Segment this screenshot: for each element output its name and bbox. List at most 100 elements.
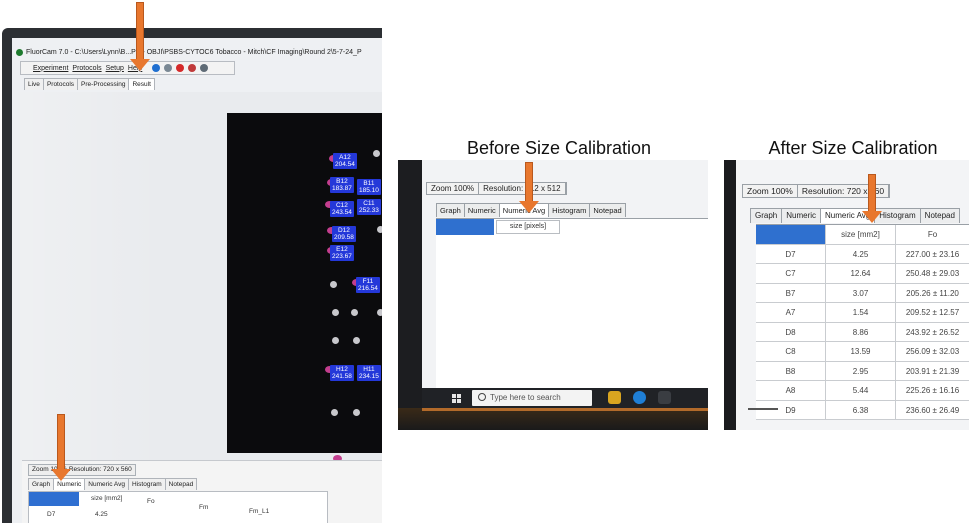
grey-spot bbox=[373, 150, 380, 157]
menu-protocols[interactable]: Protocols bbox=[72, 65, 101, 72]
bottom-tabs: Graph Numeric Numeric Avg Histogram Note… bbox=[750, 208, 960, 223]
spot-label-d12: D12 209.58 bbox=[332, 226, 356, 242]
before-calibration-title: Before Size Calibration bbox=[466, 138, 652, 158]
col-header-fm-l1: Fm_L1 bbox=[249, 508, 270, 515]
record-icon[interactable] bbox=[188, 64, 197, 72]
tab-live[interactable]: Live bbox=[24, 78, 44, 90]
tab-notepad[interactable]: Notepad bbox=[589, 203, 626, 217]
orange-arrow-numeric-avg-tab bbox=[862, 174, 882, 234]
table-row[interactable]: A7 1.54 209.52 ± 12.57 bbox=[756, 303, 969, 323]
camera-icon[interactable] bbox=[152, 64, 161, 72]
grey-spot bbox=[377, 226, 382, 233]
col-header-fm: Fm bbox=[199, 504, 209, 511]
table-row[interactable]: C7 12.64 250.48 ± 29.03 bbox=[756, 264, 969, 284]
zoom-label: Zoom 100% bbox=[427, 183, 480, 194]
spot-label-c12: C12 243.54 bbox=[330, 201, 354, 217]
monitor-edge-highlight bbox=[422, 408, 708, 411]
tab-protocols[interactable]: Protocols bbox=[42, 78, 79, 90]
selected-header-cell bbox=[756, 225, 826, 244]
grey-spot bbox=[377, 309, 382, 316]
spot-label-a12: A12 204.54 bbox=[333, 153, 357, 169]
spot-label-h12: H12 241.58 bbox=[330, 365, 354, 381]
taskbar-icons bbox=[608, 391, 671, 404]
tab-numeric[interactable]: Numeric bbox=[781, 208, 822, 223]
orange-arrow-result-tab bbox=[130, 2, 150, 72]
spot-label-f11: F11 216.54 bbox=[356, 277, 380, 293]
after-calibration-panel: Zoom 100% Resolution: 720 x 560 Graph Nu… bbox=[724, 160, 969, 430]
table-row[interactable]: D9 6.38 236.60 ± 26.49 bbox=[756, 400, 969, 420]
monitor-photo-panel: FluorCam 7.0 - C:\Users\Lynn\B...PE - OB… bbox=[0, 0, 382, 523]
tab-numeric-avg[interactable]: Numeric Avg bbox=[84, 478, 130, 490]
row-size: 4.25 bbox=[95, 511, 108, 518]
table-row[interactable]: D7 4.25 227.00 ± 23.16 bbox=[756, 244, 969, 264]
tab-pre-processing[interactable]: Pre-Processing bbox=[77, 78, 130, 90]
flash-icon[interactable] bbox=[176, 64, 185, 72]
scrollbar-track[interactable] bbox=[748, 408, 778, 410]
spot-label-b11: B11 185.10 bbox=[357, 179, 381, 195]
orange-arrow-numeric-tab bbox=[51, 414, 71, 484]
col-header-fo: Fo bbox=[147, 498, 155, 505]
zoom-label: Zoom 100% bbox=[743, 185, 798, 197]
spot-label-b12: B12 183.87 bbox=[330, 177, 354, 193]
tab-histogram[interactable]: Histogram bbox=[128, 478, 166, 490]
table-row[interactable]: A8 5.44 225.26 ± 16.16 bbox=[756, 381, 969, 401]
numeric-table: size [mm2] Fo Fm Fm_L1 D7 4.25 bbox=[28, 491, 328, 523]
monitor-edge bbox=[398, 408, 708, 430]
table-row[interactable]: B8 2.95 203.91 ± 21.39 bbox=[756, 361, 969, 381]
windows-taskbar: Type here to search bbox=[422, 388, 708, 408]
screen-area: Zoom 100% Resolution: 512 x 512 Graph Nu… bbox=[422, 160, 708, 388]
edge-browser-icon[interactable] bbox=[633, 391, 646, 404]
orange-arrow-numeric-avg-tab bbox=[519, 162, 539, 222]
col-header-size-pixels: size [pixels] bbox=[496, 220, 560, 234]
col-header-fo: Fo bbox=[927, 230, 938, 239]
grey-spot bbox=[351, 309, 358, 316]
spot-label-h11: H11 234.15 bbox=[357, 365, 381, 381]
composite-figure: FluorCam 7.0 - C:\Users\Lynn\B...PE - OB… bbox=[0, 0, 969, 523]
window-title: FluorCam 7.0 - C:\Users\Lynn\B...PE - OB… bbox=[26, 49, 362, 56]
spot-label-e12: E12 223.67 bbox=[330, 245, 354, 261]
after-calibration-title: After Size Calibration bbox=[768, 138, 938, 158]
selected-header-cell bbox=[436, 219, 494, 235]
grey-spot bbox=[353, 337, 360, 344]
numeric-table: size [pixels] bbox=[436, 218, 708, 388]
numeric-table: size [mm2] Fo D7 4.25 227.00 ± 23.16 C7 12.… bbox=[756, 224, 969, 420]
grey-spot bbox=[331, 409, 338, 416]
spot-label-c11: C11 252.33 bbox=[357, 199, 381, 215]
light-icon[interactable] bbox=[200, 64, 209, 72]
resolution-label: Resolution: 720 x 560 bbox=[68, 466, 132, 473]
zoom-resolution-bar: Zoom 100% Resolution: 720 x 560 bbox=[28, 464, 136, 476]
toolbar-icons bbox=[152, 64, 209, 72]
tab-graph[interactable]: Graph bbox=[750, 208, 783, 223]
row-id: D7 bbox=[47, 511, 56, 518]
col-header-size: size [mm2] bbox=[91, 495, 123, 502]
bottom-panel: Zoom 100% Resolution: 720 x 560 Graph Nu… bbox=[22, 460, 382, 523]
grey-spot bbox=[332, 309, 339, 316]
tab-notepad[interactable]: Notepad bbox=[919, 208, 960, 223]
taskbar-search-input[interactable]: Type here to search bbox=[472, 390, 592, 406]
tab-notepad[interactable]: Notepad bbox=[164, 478, 198, 490]
app-icon[interactable] bbox=[658, 391, 671, 404]
grey-spot bbox=[330, 281, 337, 288]
before-calibration-panel: Zoom 100% Resolution: 512 x 512 Graph Nu… bbox=[398, 160, 708, 430]
tab-graph[interactable]: Graph bbox=[436, 203, 465, 217]
grey-spot bbox=[332, 337, 339, 344]
tab-histogram[interactable]: Histogram bbox=[548, 203, 591, 217]
zoom-resolution-bar: Zoom 100% Resolution: 512 x 512 bbox=[426, 182, 567, 195]
menu-experiment[interactable]: Experiment bbox=[33, 65, 68, 72]
table-row[interactable]: D8 8.86 243.92 ± 26.52 bbox=[756, 322, 969, 342]
windows-start-icon[interactable] bbox=[452, 394, 461, 403]
fluorescence-image[interactable]: A12 204.54 B12 183.87 B11 185.10 C12 243.54 … bbox=[227, 113, 382, 462]
tab-result[interactable]: Result bbox=[128, 78, 155, 90]
grey-spot bbox=[353, 409, 360, 416]
main-tabs: Live Protocols Pre-Processing Result bbox=[24, 78, 155, 90]
selected-header-cell bbox=[29, 492, 79, 506]
table-header-row: size [mm2] Fo bbox=[756, 225, 969, 245]
file-explorer-icon[interactable] bbox=[608, 391, 621, 404]
col-header-size-mm2: size [mm2] bbox=[826, 225, 896, 244]
table-row[interactable]: C8 13.59 256.09 ± 32.03 bbox=[756, 342, 969, 362]
table-row[interactable]: B7 3.07 205.26 ± 11.20 bbox=[756, 283, 969, 303]
menu-bar: Experiment Protocols Setup Help bbox=[20, 61, 235, 75]
tab-numeric[interactable]: Numeric bbox=[463, 203, 500, 217]
settings-icon[interactable] bbox=[164, 64, 173, 72]
menu-setup[interactable]: Setup bbox=[106, 65, 124, 72]
